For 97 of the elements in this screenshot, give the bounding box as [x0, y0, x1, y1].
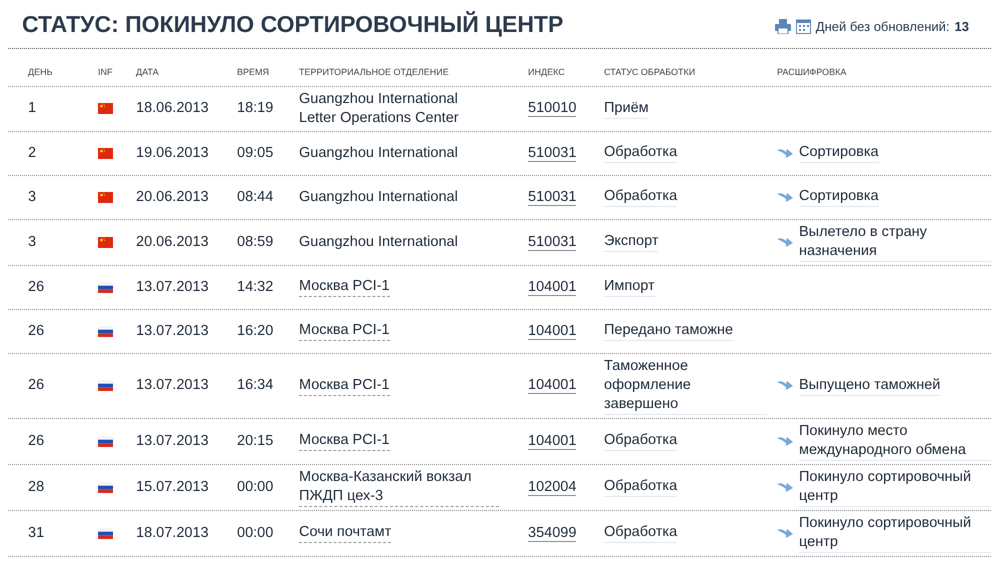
- date-cell-text: 19.06.2013: [136, 144, 210, 162]
- russia-flag-icon: [98, 326, 113, 336]
- date-cell-text: 13.07.2013: [136, 376, 210, 395]
- status-description: Сортировка: [799, 187, 879, 207]
- column-header: ДЕНЬ: [28, 66, 54, 79]
- page-title: СТАТУС: ПОКИНУЛО СОРТИРОВОЧНЫЙ ЦЕНТР: [22, 10, 564, 38]
- postal-index-link[interactable]: 104001: [528, 377, 576, 394]
- processing-status: Обработка: [604, 477, 678, 497]
- russia-flag-icon: [98, 380, 113, 391]
- date-cell-text: 13.07.2013: [136, 278, 210, 296]
- day-cell-text: 31: [28, 524, 46, 542]
- column-header: СТАТУС ОБРАБОТКИ: [604, 66, 696, 79]
- calendar-icon[interactable]: [796, 18, 811, 34]
- processing-status: Таможенное оформление завершено: [604, 356, 767, 414]
- processing-status: Приём: [604, 98, 649, 118]
- postal-index-link[interactable]: 510031: [528, 188, 576, 206]
- column-header: ВРЕМЯ: [237, 66, 270, 79]
- office-name: Guangzhou International Letter Operations Center: [299, 90, 460, 128]
- day-cell-text: 26: [28, 376, 46, 395]
- date-cell-text: 20.06.2013: [136, 232, 210, 252]
- russia-flag-icon: [98, 482, 113, 492]
- date-cell-text: 20.06.2013: [136, 188, 210, 206]
- china-flag-icon: [98, 236, 113, 248]
- time-cell-text: 09:05: [237, 144, 274, 162]
- postal-index-link[interactable]: 510031: [528, 234, 576, 250]
- office-link[interactable]: Москва PCI-1: [299, 431, 390, 451]
- curved-arrow-icon: [777, 528, 793, 538]
- status-description: Вылетело в страну назначения: [799, 222, 991, 262]
- china-flag-icon: [98, 103, 113, 114]
- curved-arrow-icon: [777, 380, 793, 391]
- curved-arrow-icon: [777, 236, 793, 248]
- office-name: Guangzhou International: [299, 188, 458, 206]
- russia-flag-icon: [98, 436, 113, 446]
- column-header: ИНДЕКС: [528, 66, 566, 79]
- time-cell-text: 00:00: [237, 524, 274, 542]
- china-flag-icon: [98, 148, 113, 158]
- curved-arrow-icon: [777, 148, 793, 158]
- postal-index-link[interactable]: 510031: [528, 144, 576, 162]
- column-header: ТЕРРИТОРИАЛЬНОЕ ОТДЕЛЕНИЕ: [299, 66, 450, 79]
- office-name: Guangzhou International: [299, 144, 458, 162]
- china-flag-icon: [98, 192, 113, 202]
- office-link[interactable]: Сочи почтамт: [299, 523, 392, 543]
- processing-status: Обработка: [604, 143, 678, 163]
- date-cell-text: 13.07.2013: [136, 322, 210, 340]
- days-without-updates-label: Дней без обновлений:: [816, 18, 950, 36]
- column-header: ДАТА: [136, 66, 160, 79]
- status-description: Покинуло сортировочный центр: [799, 468, 991, 506]
- curved-arrow-icon: [777, 192, 793, 202]
- day-cell-text: 1: [28, 99, 38, 118]
- day-cell-text: 3: [28, 188, 38, 206]
- day-cell-text: 3: [28, 232, 38, 252]
- time-cell-text: 14:32: [237, 278, 274, 296]
- date-cell-text: 13.07.2013: [136, 432, 210, 450]
- processing-status: Обработка: [604, 187, 678, 207]
- postal-index-link[interactable]: 102004: [528, 478, 576, 496]
- processing-status: Обработка: [604, 431, 678, 451]
- postal-index-link[interactable]: 104001: [528, 432, 576, 450]
- day-cell-text: 26: [28, 432, 46, 450]
- column-header: INF: [98, 66, 114, 79]
- date-cell-text: 18.07.2013: [136, 524, 210, 542]
- day-cell-text: 28: [28, 478, 46, 496]
- time-cell-text: 08:59: [237, 232, 274, 252]
- processing-status: Обработка: [604, 523, 678, 543]
- processing-status: Передано таможне: [604, 321, 734, 341]
- time-cell-text: 00:00: [237, 478, 274, 496]
- date-cell-text: 18.06.2013: [136, 99, 210, 118]
- time-cell-text: 08:44: [237, 188, 274, 206]
- office-link[interactable]: Москва PCI-1: [299, 277, 390, 297]
- status-description: Покинуло сортировочный центр: [799, 514, 991, 552]
- date-cell-text: 15.07.2013: [136, 478, 210, 496]
- day-cell-text: 2: [28, 144, 38, 162]
- office-link[interactable]: Москва-Казанский вокзал ПЖДП цех-3: [299, 468, 499, 506]
- status-description: Покинуло место международного обмена: [799, 422, 991, 460]
- column-header: РАСШИФРОВКА: [777, 66, 848, 79]
- day-cell-text: 26: [28, 278, 46, 296]
- postal-index-link[interactable]: 104001: [528, 322, 576, 340]
- time-cell-text: 16:20: [237, 322, 274, 340]
- curved-arrow-icon: [777, 436, 793, 446]
- processing-status: Импорт: [604, 277, 655, 297]
- office-link[interactable]: Москва PCI-1: [299, 321, 390, 341]
- processing-status: Экспорт: [604, 232, 658, 252]
- status-description: Выпущено таможней: [799, 376, 940, 396]
- russia-flag-icon: [98, 528, 113, 538]
- office-link[interactable]: Москва PCI-1: [299, 376, 390, 396]
- printer-icon[interactable]: [774, 18, 791, 34]
- postal-index-link[interactable]: 354099: [528, 524, 576, 542]
- postal-index-link[interactable]: 510010: [528, 100, 576, 117]
- status-description: Сортировка: [799, 143, 879, 163]
- time-cell-text: 16:34: [237, 376, 274, 395]
- time-cell-text: 20:15: [237, 432, 274, 450]
- postal-index-link[interactable]: 104001: [528, 278, 576, 296]
- day-cell-text: 26: [28, 322, 46, 340]
- office-name: Guangzhou International: [299, 232, 458, 252]
- russia-flag-icon: [98, 282, 113, 292]
- time-cell-text: 18:19: [237, 99, 274, 118]
- days-without-updates-value: 13: [954, 18, 969, 36]
- curved-arrow-icon: [777, 482, 793, 492]
